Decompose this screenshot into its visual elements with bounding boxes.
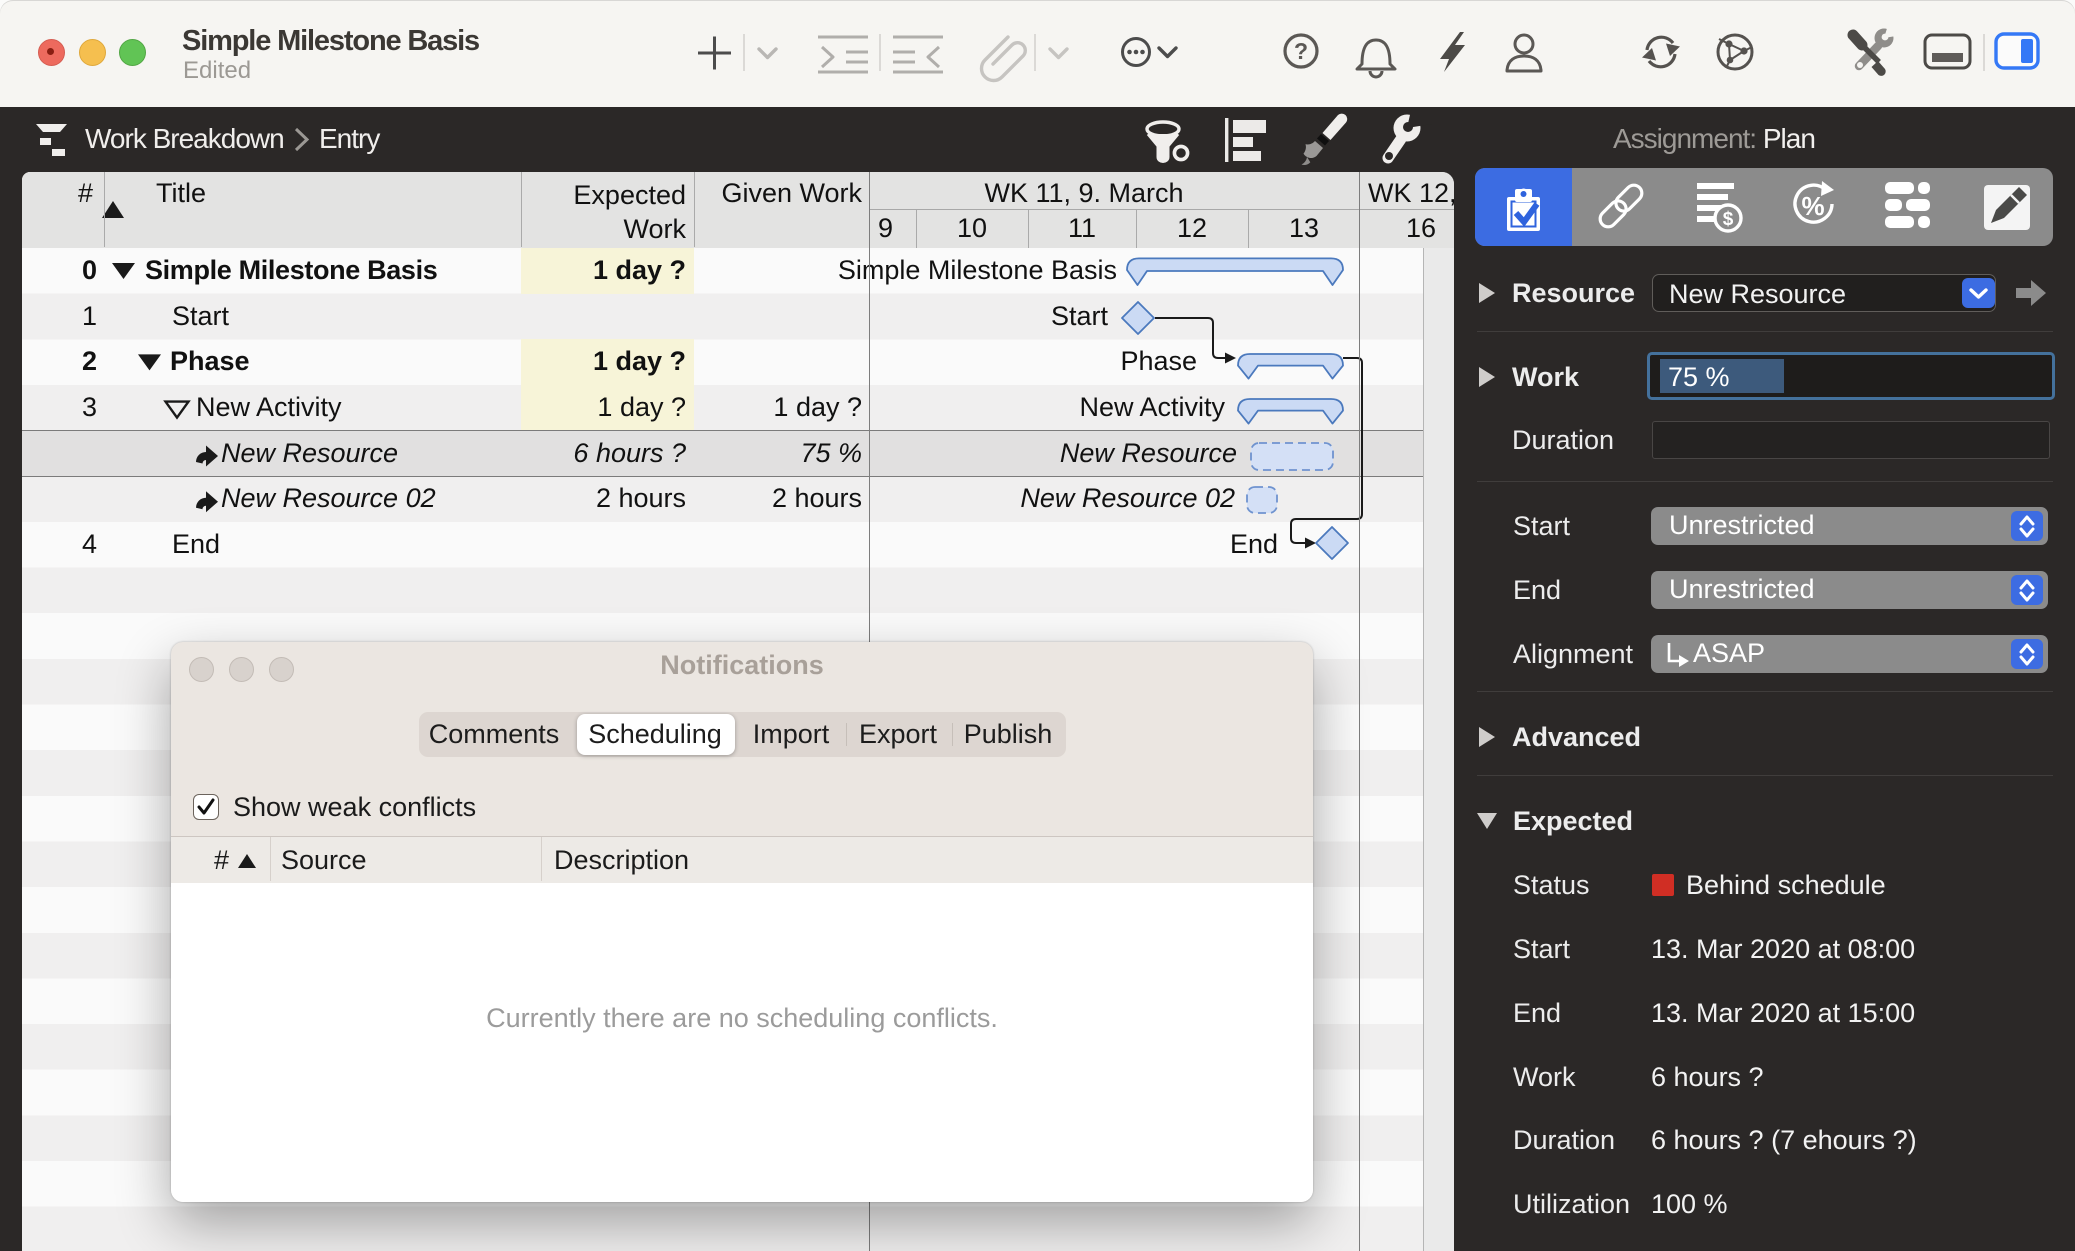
svg-text:$: $	[1723, 209, 1734, 230]
svg-text:%: %	[1801, 191, 1824, 221]
svg-text:?: ?	[1294, 38, 1308, 64]
